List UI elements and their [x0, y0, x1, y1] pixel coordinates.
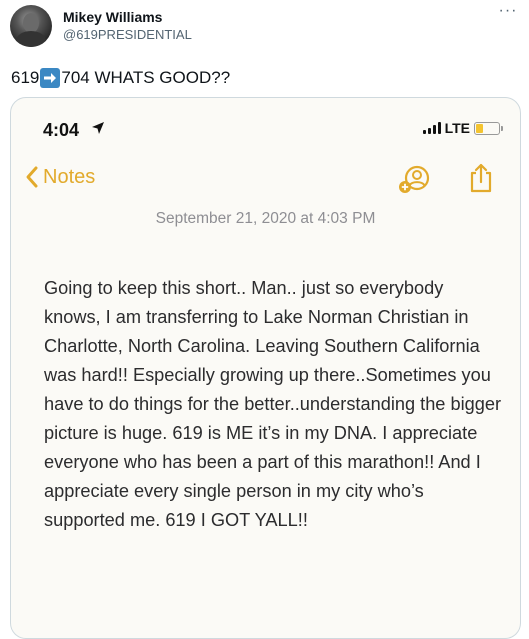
chevron-left-icon: [26, 166, 38, 188]
note-body: Going to keep this short.. Man.. just so…: [44, 278, 502, 530]
network-label: LTE: [444, 120, 470, 136]
tweet-text-start: 619: [11, 68, 40, 87]
status-bar-right: LTE: [422, 120, 503, 136]
more-options-icon[interactable]: ···: [497, 3, 519, 20]
author-name[interactable]: Mikey Williams: [63, 9, 162, 25]
attached-image[interactable]: 4:04 LTE Notes September 21, 2020 at 4:0…: [10, 97, 521, 639]
tweet-text: 619 704 WHATS GOOD??: [11, 68, 230, 88]
battery-icon: [474, 121, 503, 135]
signal-icon: [422, 122, 441, 134]
note-date: September 21, 2020 at 4:03 PM: [155, 210, 376, 227]
right-arrow-emoji-icon: [40, 68, 61, 88]
share-icon[interactable]: [468, 162, 494, 194]
avatar[interactable]: [10, 5, 52, 47]
author-handle[interactable]: @619PRESIDENTIAL: [63, 27, 192, 42]
add-people-icon[interactable]: [396, 163, 432, 195]
notes-back-button[interactable]: Notes: [25, 165, 95, 189]
location-arrow-icon: [92, 122, 104, 134]
status-time: 4:04: [43, 120, 80, 140]
tweet-text-end: 704 WHATS GOOD??: [61, 68, 231, 87]
tweet-header: Mikey Williams @619PRESIDENTIAL ···: [0, 0, 529, 60]
back-label: Notes: [43, 165, 96, 188]
